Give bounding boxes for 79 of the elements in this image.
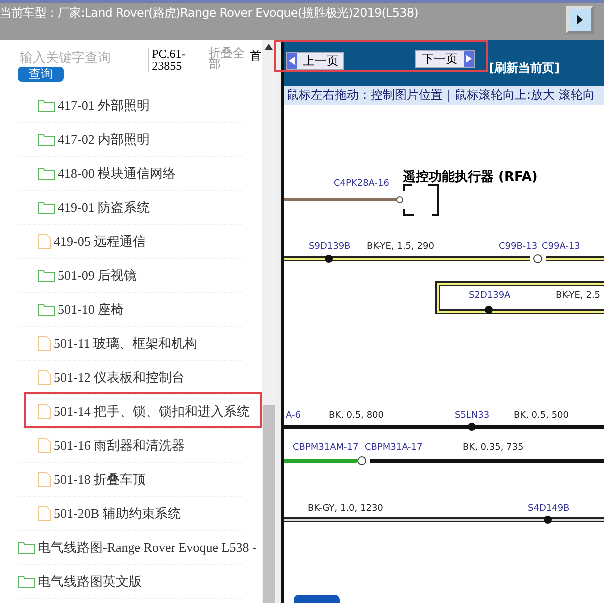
tree-item[interactable]: 417-02 内部照明 (18, 130, 150, 148)
folder-icon (38, 132, 56, 146)
folder-icon (38, 166, 56, 180)
refresh-link[interactable]: [刷新当前页] (489, 60, 560, 77)
tree-item-label: 417-02 内部照明 (58, 130, 150, 148)
arrow-left-icon (287, 53, 297, 69)
tree-item-label: 501-20B 辅助约束系统 (54, 504, 181, 522)
wire-label: BK, 0.5, 500 (514, 411, 570, 421)
tree-item[interactable]: 419-01 防盗系统 (18, 198, 150, 216)
tree-item-label: 501-11 玻璃、框架和机构 (54, 334, 198, 352)
tree-item[interactable]: 501-10 座椅 (18, 300, 124, 318)
tree-item[interactable]: 501-16 雨刮器和清洗器 (18, 436, 186, 454)
tree-item[interactable]: 418-00 模块通信网络 (18, 164, 176, 182)
arrow-right-icon (464, 51, 474, 67)
wire-label: BK-YE, 2.5 (556, 291, 601, 301)
tree-item[interactable]: 501-14 把手、锁、锁扣和进入系统 (18, 402, 250, 420)
tree-item[interactable]: 501-20B 辅助约束系统 (18, 504, 181, 522)
tree-item-label: 418-00 模块通信网络 (58, 164, 176, 182)
pin-label: C99A-13 (542, 242, 580, 252)
component-title: 遥控功能执行器 (RFA) (403, 170, 538, 185)
document-icon (38, 506, 52, 522)
hint-text: 鼠标左右拖动：控制图片位置｜鼠标滚轮向上:放大 滚轮向 (284, 86, 604, 105)
document-icon (38, 438, 52, 454)
tree-item[interactable]: 电气线路图英文版 (18, 572, 142, 590)
pin-label: C99B-13 (499, 242, 538, 252)
folder-icon (38, 200, 56, 214)
tree-item-label: 419-05 远程通信 (54, 232, 146, 250)
tree-item[interactable]: 417-01 外部照明 (18, 96, 150, 114)
document-icon (38, 234, 52, 250)
tree-item[interactable]: 501-18 折叠车顶 (18, 470, 146, 488)
pin-label: S2D139A (469, 291, 511, 301)
search-field[interactable]: 输入关键字查询 (18, 48, 147, 67)
toggle-button[interactable] (566, 6, 594, 34)
tree-item[interactable]: 501-12 仪表板和控制台 (18, 368, 186, 386)
wire-label: BK-GY, 1.0, 1230 (308, 504, 384, 514)
tree-item-label: 501-14 把手、锁、锁扣和进入系统 (54, 402, 250, 420)
splitter-bar[interactable] (276, 40, 284, 603)
toolbar-button[interactable] (294, 595, 340, 603)
pin-label: S5LN33 (455, 411, 490, 421)
tree-item-label: 501-12 仪表板和控制台 (54, 368, 186, 386)
pin-label: CBPM31AM-17 (293, 443, 359, 453)
tree-item[interactable]: 501-09 后视镜 (18, 266, 138, 284)
tree-item[interactable]: 501-11 玻璃、框架和机构 (18, 334, 198, 352)
pin-label: A-6 (286, 411, 301, 421)
tree-item-label: 417-01 外部照明 (58, 96, 150, 114)
wire-label: BK, 0.35, 735 (463, 443, 524, 453)
tree-item[interactable]: 419-05 远程通信 (18, 232, 146, 250)
tree-item-label: 501-09 后视镜 (58, 266, 138, 284)
scroll-up-icon (265, 44, 273, 50)
pin-label: S4D149B (528, 504, 570, 514)
folder-icon (18, 574, 36, 588)
folder-icon (18, 540, 36, 554)
prev-page-button[interactable]: 上一页 (286, 52, 344, 70)
document-icon (38, 336, 52, 352)
next-page-button[interactable]: 下一页 (415, 50, 475, 68)
document-icon (38, 404, 52, 420)
tree-item-label: 电气线路图英文版 (38, 572, 142, 590)
scrollbar-thumb[interactable] (263, 405, 275, 603)
wire-label: BK-YE, 1.5, 290 (367, 242, 434, 252)
tree-item-label: 501-10 座椅 (58, 300, 124, 318)
document-icon (38, 472, 52, 488)
connector-outline (403, 184, 439, 216)
home-link[interactable]: 首 (250, 48, 262, 65)
tree-item-label: 501-16 雨刮器和清洗器 (54, 436, 186, 454)
pin-label: CBPM31A-17 (365, 443, 423, 453)
pin-label: S9D139B (309, 242, 351, 252)
wire-label: BK, 0.5, 800 (329, 411, 384, 421)
window-title: 当前车型：厂家:Land Rover(路虎)Range Rover Evoque(揽胜极光)2019(L538) (0, 5, 418, 22)
pin-label: C4PK28A-16 (334, 179, 390, 189)
tree-item-label: 501-18 折叠车顶 (54, 470, 146, 488)
tree-item-label: 419-01 防盗系统 (58, 198, 150, 216)
folder-icon (38, 98, 56, 112)
search-button[interactable]: 查询 (18, 67, 64, 82)
scrollbar[interactable] (262, 40, 276, 603)
arrow-right-icon (576, 14, 584, 26)
code-label: PC.61-23855 (148, 48, 203, 72)
folder-icon (38, 302, 56, 316)
document-icon (38, 370, 52, 386)
folder-icon (38, 268, 56, 282)
